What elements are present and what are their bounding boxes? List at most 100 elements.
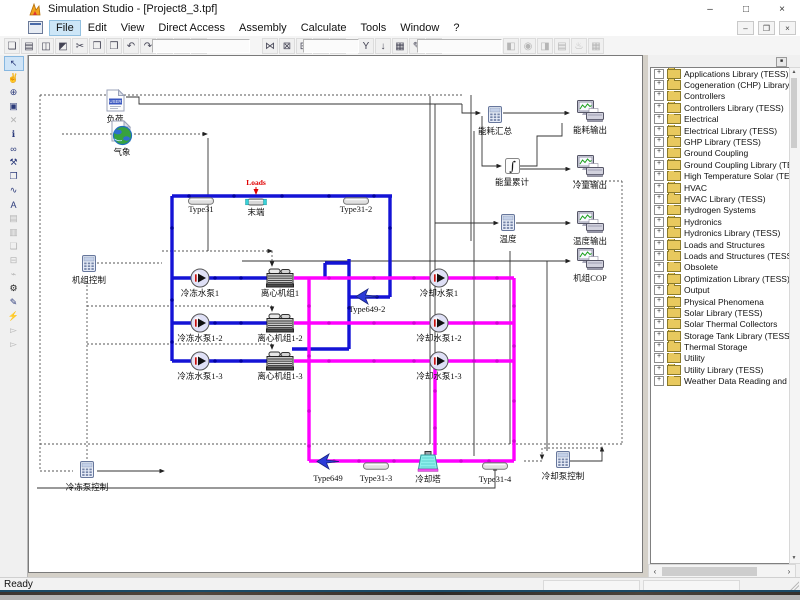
- tree-item[interactable]: +Hydrogen Systems: [651, 205, 789, 216]
- save-button[interactable]: ◫: [38, 38, 54, 54]
- pan-tool[interactable]: ✌: [5, 72, 23, 85]
- new-button[interactable]: ❏: [4, 38, 20, 54]
- expand-icon[interactable]: +: [654, 331, 664, 341]
- expand-icon[interactable]: +: [654, 114, 664, 124]
- pen-tool[interactable]: ✎: [5, 296, 23, 309]
- tree-item[interactable]: +HVAC Library (TESS): [651, 193, 789, 204]
- scroll-right-arrow-icon[interactable]: ›: [783, 566, 795, 577]
- menu-calculate[interactable]: Calculate: [294, 20, 354, 36]
- run-tool[interactable]: ⚡: [5, 310, 23, 323]
- stamp-tool[interactable]: ❐: [5, 170, 23, 183]
- component-type31-4[interactable]: [482, 457, 508, 475]
- undo-button[interactable]: ↶: [123, 38, 139, 54]
- tree-item[interactable]: +Ground Coupling: [651, 148, 789, 159]
- expand-icon[interactable]: +: [654, 240, 664, 250]
- macro-tool-2[interactable]: ▻: [5, 338, 23, 351]
- expand-icon[interactable]: +: [654, 376, 664, 386]
- component-energy-output[interactable]: [577, 100, 604, 127]
- rotate-button[interactable]: ◉: [520, 38, 536, 54]
- project-canvas[interactable]: Loads USER负荷气象Type31末端Type31-2能耗汇总能耗输出∫能…: [28, 55, 643, 573]
- spline-tool[interactable]: ∿: [5, 184, 23, 197]
- snapshot-tool[interactable]: ▣: [5, 100, 23, 113]
- expand-icon[interactable]: +: [654, 319, 664, 329]
- frame-tool[interactable]: ❏: [5, 240, 23, 253]
- expand-icon[interactable]: +: [654, 91, 664, 101]
- close-button[interactable]: ×: [764, 0, 800, 18]
- tree-item[interactable]: +Storage Tank Library (TESS): [651, 330, 789, 341]
- expand-icon[interactable]: +: [654, 308, 664, 318]
- expand-icon[interactable]: +: [654, 171, 664, 181]
- parameter-tool[interactable]: ⚒: [5, 156, 23, 169]
- tree-item[interactable]: +Hydronics Library (TESS): [651, 227, 789, 238]
- tree-item[interactable]: +Optimization Library (TESS): [651, 273, 789, 284]
- output-window-button[interactable]: ♨: [571, 38, 587, 54]
- tree-item[interactable]: +Electrical: [651, 114, 789, 125]
- expand-icon[interactable]: +: [654, 183, 664, 193]
- menu-assembly[interactable]: Assembly: [232, 20, 294, 36]
- plug-tool[interactable]: ⌁: [5, 268, 23, 281]
- scroll-left-arrow-icon[interactable]: ‹: [649, 566, 661, 577]
- info-window-button[interactable]: ▦: [588, 38, 604, 54]
- tree-item[interactable]: +Utility Library (TESS): [651, 364, 789, 375]
- save-all-button[interactable]: ◩: [55, 38, 71, 54]
- zoom-tool[interactable]: ⊕: [5, 86, 23, 99]
- expand-icon[interactable]: +: [654, 297, 664, 307]
- child-restore-button[interactable]: ❐: [758, 21, 775, 35]
- minimize-button[interactable]: –: [692, 0, 728, 18]
- resize-button[interactable]: ⊠: [279, 38, 295, 54]
- expand-icon[interactable]: +: [654, 342, 664, 352]
- select-tool[interactable]: ↖: [4, 56, 24, 71]
- make-same-size-button[interactable]: ⋈: [262, 38, 278, 54]
- document-icon[interactable]: [28, 21, 43, 34]
- component-unit-cop-output[interactable]: [577, 248, 604, 275]
- table-button[interactable]: ▦: [392, 38, 408, 54]
- download-button[interactable]: ↓: [375, 38, 391, 54]
- expand-icon[interactable]: +: [654, 137, 664, 147]
- tree-item[interactable]: +Controllers Library (TESS): [651, 102, 789, 113]
- expand-icon[interactable]: +: [654, 228, 664, 238]
- tree-item[interactable]: +Obsolete: [651, 262, 789, 273]
- zoom-frame-button[interactable]: ◧: [503, 38, 519, 54]
- text-tool[interactable]: A: [5, 198, 23, 211]
- tree-item[interactable]: +Electrical Library (TESS): [651, 125, 789, 136]
- layers-button[interactable]: ▤: [554, 38, 570, 54]
- tree-item[interactable]: +Utility: [651, 353, 789, 364]
- menu-tools[interactable]: Tools: [354, 20, 394, 36]
- info-tool[interactable]: ℹ: [5, 128, 23, 141]
- delete-tool[interactable]: ✕: [5, 114, 23, 127]
- cut-button[interactable]: ✂: [72, 38, 88, 54]
- tree-item[interactable]: +GHP Library (TESS): [651, 136, 789, 147]
- expand-icon[interactable]: +: [654, 285, 664, 295]
- tree-item[interactable]: +Cogeneration (CHP) Library (TESS): [651, 79, 789, 90]
- scroll-down-arrow-icon[interactable]: ▼: [790, 554, 798, 563]
- tree-item[interactable]: +Output: [651, 284, 789, 295]
- scroll-up-arrow-icon[interactable]: ▲: [790, 68, 798, 77]
- resize-grip[interactable]: [790, 581, 799, 590]
- vertical-scroll-thumb[interactable]: [791, 78, 797, 148]
- mirror-button[interactable]: ◨: [537, 38, 553, 54]
- expand-icon[interactable]: +: [654, 262, 664, 272]
- expand-icon[interactable]: +: [654, 205, 664, 215]
- tree-item[interactable]: +Weather Data Reading and Process: [651, 376, 789, 387]
- expand-icon[interactable]: +: [654, 148, 664, 158]
- menu-direct-access[interactable]: Direct Access: [151, 20, 232, 36]
- palette-pin-button[interactable]: ■: [776, 57, 787, 67]
- palette-vertical-scrollbar[interactable]: ▲ ▼: [789, 67, 800, 564]
- component-type649[interactable]: [316, 453, 340, 475]
- menu-view[interactable]: View: [114, 20, 152, 36]
- menu-edit[interactable]: Edit: [81, 20, 114, 36]
- menu-file[interactable]: File: [49, 20, 81, 36]
- menu-help[interactable]: ?: [446, 20, 466, 36]
- expand-icon[interactable]: +: [654, 160, 664, 170]
- maximize-button[interactable]: □: [728, 0, 764, 18]
- expand-icon[interactable]: +: [654, 217, 664, 227]
- tree-item[interactable]: +Solar Thermal Collectors: [651, 319, 789, 330]
- tree-item[interactable]: +Controllers: [651, 91, 789, 102]
- tree-item[interactable]: +Loads and Structures: [651, 239, 789, 250]
- tree-item[interactable]: +Applications Library (TESS): [651, 68, 789, 79]
- expand-icon[interactable]: +: [654, 251, 664, 261]
- component-chw-pump-control[interactable]: [80, 461, 94, 483]
- paste-button[interactable]: ❒: [106, 38, 122, 54]
- expand-icon[interactable]: +: [654, 103, 664, 113]
- tree-item[interactable]: +Thermal Storage: [651, 341, 789, 352]
